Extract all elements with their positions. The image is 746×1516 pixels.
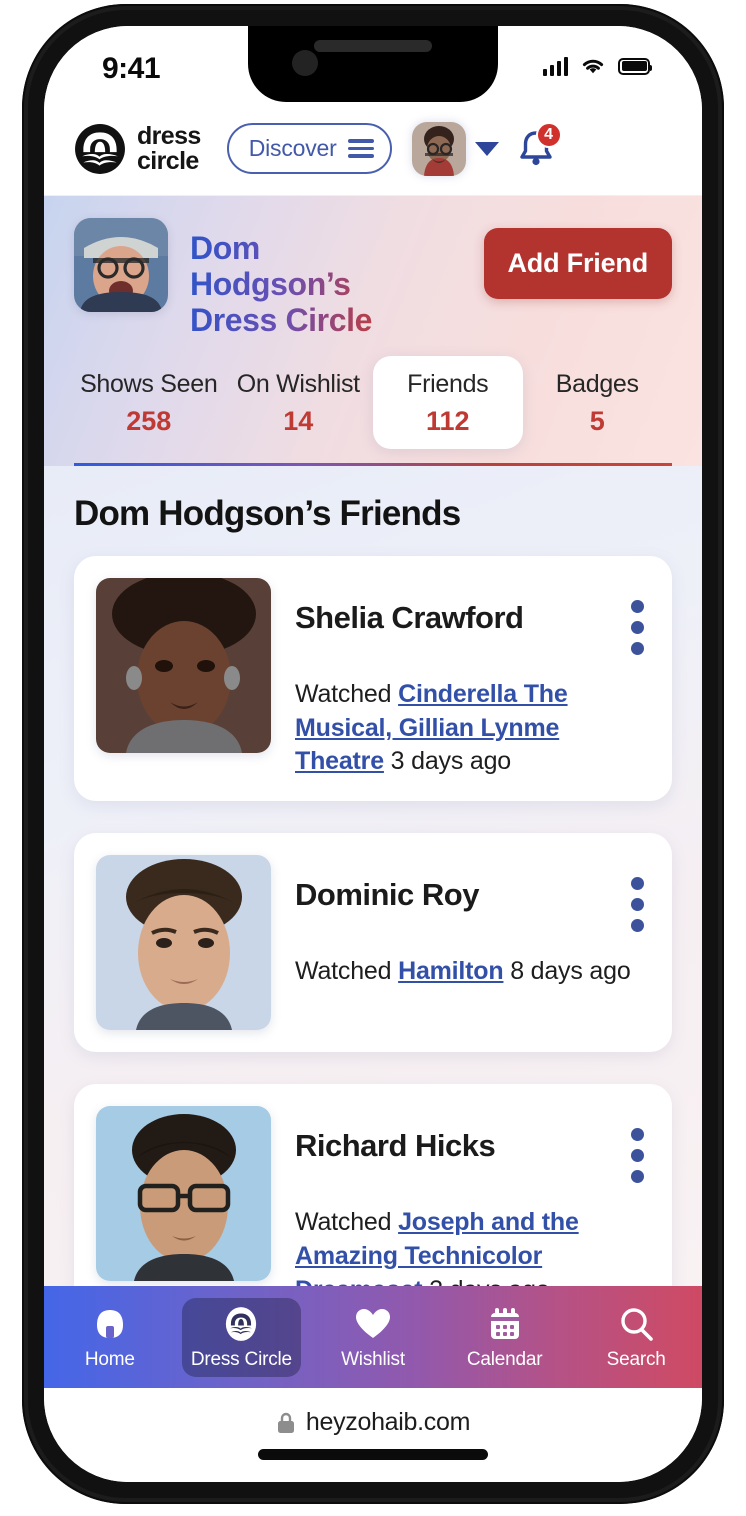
home-icon xyxy=(93,1305,127,1343)
status-time: 9:41 xyxy=(102,52,161,85)
nav-item-search[interactable]: Search xyxy=(576,1298,696,1377)
friend-avatar[interactable] xyxy=(96,577,271,753)
stat-shows-seen[interactable]: Shows Seen 258 xyxy=(74,356,224,449)
url-inner: heyzohaib.com xyxy=(276,1408,470,1437)
friend-details: Shelia Crawford Watched Cinderella The M… xyxy=(295,578,650,779)
watched-prefix: Watched xyxy=(295,957,392,986)
nav-label: Wishlist xyxy=(341,1348,405,1370)
friend-name: Richard Hicks xyxy=(295,1128,496,1164)
friends-content: Dom Hodgson’s Friends Shelia Crawford Wa… xyxy=(44,465,702,1326)
friend-activity: Watched Hamilton 8 days ago xyxy=(295,955,650,989)
app-header: dress circle Discover 4 xyxy=(44,102,702,196)
friend-activity: Watched Cinderella The Musical, Gillian … xyxy=(295,678,650,779)
stat-on-wishlist[interactable]: On Wishlist 14 xyxy=(224,356,374,449)
notification-bell-button[interactable]: 4 xyxy=(515,121,562,172)
list-item[interactable]: Shelia Crawford Watched Cinderella The M… xyxy=(74,555,672,802)
front-camera-icon xyxy=(292,50,318,76)
heart-icon xyxy=(355,1305,391,1343)
profile-stats: Shows Seen 258 On Wishlist 14 Friends 11… xyxy=(74,356,673,450)
nav-label: Home xyxy=(84,1348,135,1370)
friend-avatar[interactable] xyxy=(96,1106,271,1282)
friend-details: Dominic Roy Watched Hamilton 8 days ago xyxy=(295,855,650,1030)
browser-url-bar[interactable]: heyzohaib.com xyxy=(44,1388,702,1482)
phone-notch xyxy=(248,26,498,102)
user-avatar[interactable] xyxy=(411,121,466,176)
nav-item-home[interactable]: Home xyxy=(50,1298,170,1377)
friend-name: Dominic Roy xyxy=(295,877,479,913)
cellular-signal-icon xyxy=(543,56,568,76)
status-indicators xyxy=(543,56,652,76)
stat-friends[interactable]: Friends 112 xyxy=(373,356,523,450)
hamburger-menu-icon xyxy=(347,139,374,158)
earpiece-speaker xyxy=(314,40,432,52)
screenshot-root: 9:41 dress circle Discover 4 Dom Hodgson… xyxy=(0,0,746,1516)
padlock-icon xyxy=(277,1412,294,1433)
watched-prefix: Watched xyxy=(295,679,392,708)
stat-label: On Wishlist xyxy=(236,370,360,399)
profile-avatar[interactable] xyxy=(74,218,168,312)
kebab-menu-icon[interactable] xyxy=(631,1128,644,1184)
battery-icon xyxy=(618,57,652,75)
nav-label: Calendar xyxy=(466,1348,543,1370)
activity-time: 8 days ago xyxy=(510,957,631,986)
kebab-menu-icon[interactable] xyxy=(631,599,644,655)
nav-item-dress-circle[interactable]: Dress Circle xyxy=(181,1297,302,1377)
friend-details: Richard Hicks Watched Joseph and the Ama… xyxy=(295,1106,650,1307)
friend-avatar-image xyxy=(96,1106,271,1282)
show-link[interactable]: Hamilton xyxy=(398,957,504,985)
profile-panel: Dom Hodgson’s Dress Circle Add Friend Sh… xyxy=(44,196,702,466)
watched-prefix: Watched xyxy=(295,1208,392,1237)
nav-label: Search xyxy=(606,1348,666,1370)
friend-avatar-image xyxy=(96,577,271,753)
wifi-icon xyxy=(582,59,604,74)
brand-logo-block[interactable]: dress circle xyxy=(74,123,201,175)
status-bar: 9:41 xyxy=(44,26,702,102)
notification-badge: 4 xyxy=(535,121,562,148)
stat-value: 14 xyxy=(283,406,314,437)
nav-item-calendar[interactable]: Calendar xyxy=(445,1298,565,1377)
stat-label: Shows Seen xyxy=(80,370,218,399)
friend-name: Shelia Crawford xyxy=(295,599,524,635)
kebab-menu-icon[interactable] xyxy=(631,877,644,933)
profile-avatar-image xyxy=(74,218,168,312)
calendar-icon xyxy=(489,1305,521,1343)
nav-label: Dress Circle xyxy=(190,1348,292,1370)
brand-line-1: dress xyxy=(137,122,201,151)
brand-line-2: circle xyxy=(137,146,199,175)
add-friend-button[interactable]: Add Friend xyxy=(483,228,672,299)
friends-list: Shelia Crawford Watched Cinderella The M… xyxy=(44,534,702,1326)
dress-circle-logo-icon xyxy=(75,123,125,174)
discover-label: Discover xyxy=(248,135,337,161)
phone-screen: 9:41 dress circle Discover 4 Dom Hodgson… xyxy=(44,26,702,1482)
page-title: Dom Hodgson’s Dress Circle xyxy=(190,230,420,338)
stat-value: 5 xyxy=(589,406,605,437)
discover-button[interactable]: Discover xyxy=(226,123,392,174)
section-heading: Dom Hodgson’s Friends xyxy=(74,493,461,533)
avatar-image xyxy=(411,121,466,176)
activity-time: 3 days ago xyxy=(390,747,512,776)
list-item[interactable]: Dominic Roy Watched Hamilton 8 days ago xyxy=(74,833,672,1053)
url-text: heyzohaib.com xyxy=(305,1408,471,1436)
stat-value: 258 xyxy=(126,406,172,437)
search-icon xyxy=(619,1305,653,1343)
home-indicator[interactable] xyxy=(258,1449,488,1460)
friend-avatar[interactable] xyxy=(96,855,271,1031)
nav-item-wishlist[interactable]: Wishlist xyxy=(313,1298,433,1377)
bottom-navigation: Home Dress Circle Wishlist Calendar Sear… xyxy=(44,1286,702,1388)
chevron-down-icon[interactable] xyxy=(474,141,499,156)
stat-label: Friends xyxy=(407,370,489,399)
brand-wordmark: dress circle xyxy=(137,122,201,175)
stat-badges[interactable]: Badges 5 xyxy=(523,356,673,449)
stat-label: Badges xyxy=(555,370,639,399)
profile-header-row: Dom Hodgson’s Dress Circle Add Friend xyxy=(74,218,672,338)
friend-avatar-image xyxy=(96,855,271,1031)
dress-circle-icon xyxy=(223,1305,259,1343)
stat-value: 112 xyxy=(425,406,470,437)
